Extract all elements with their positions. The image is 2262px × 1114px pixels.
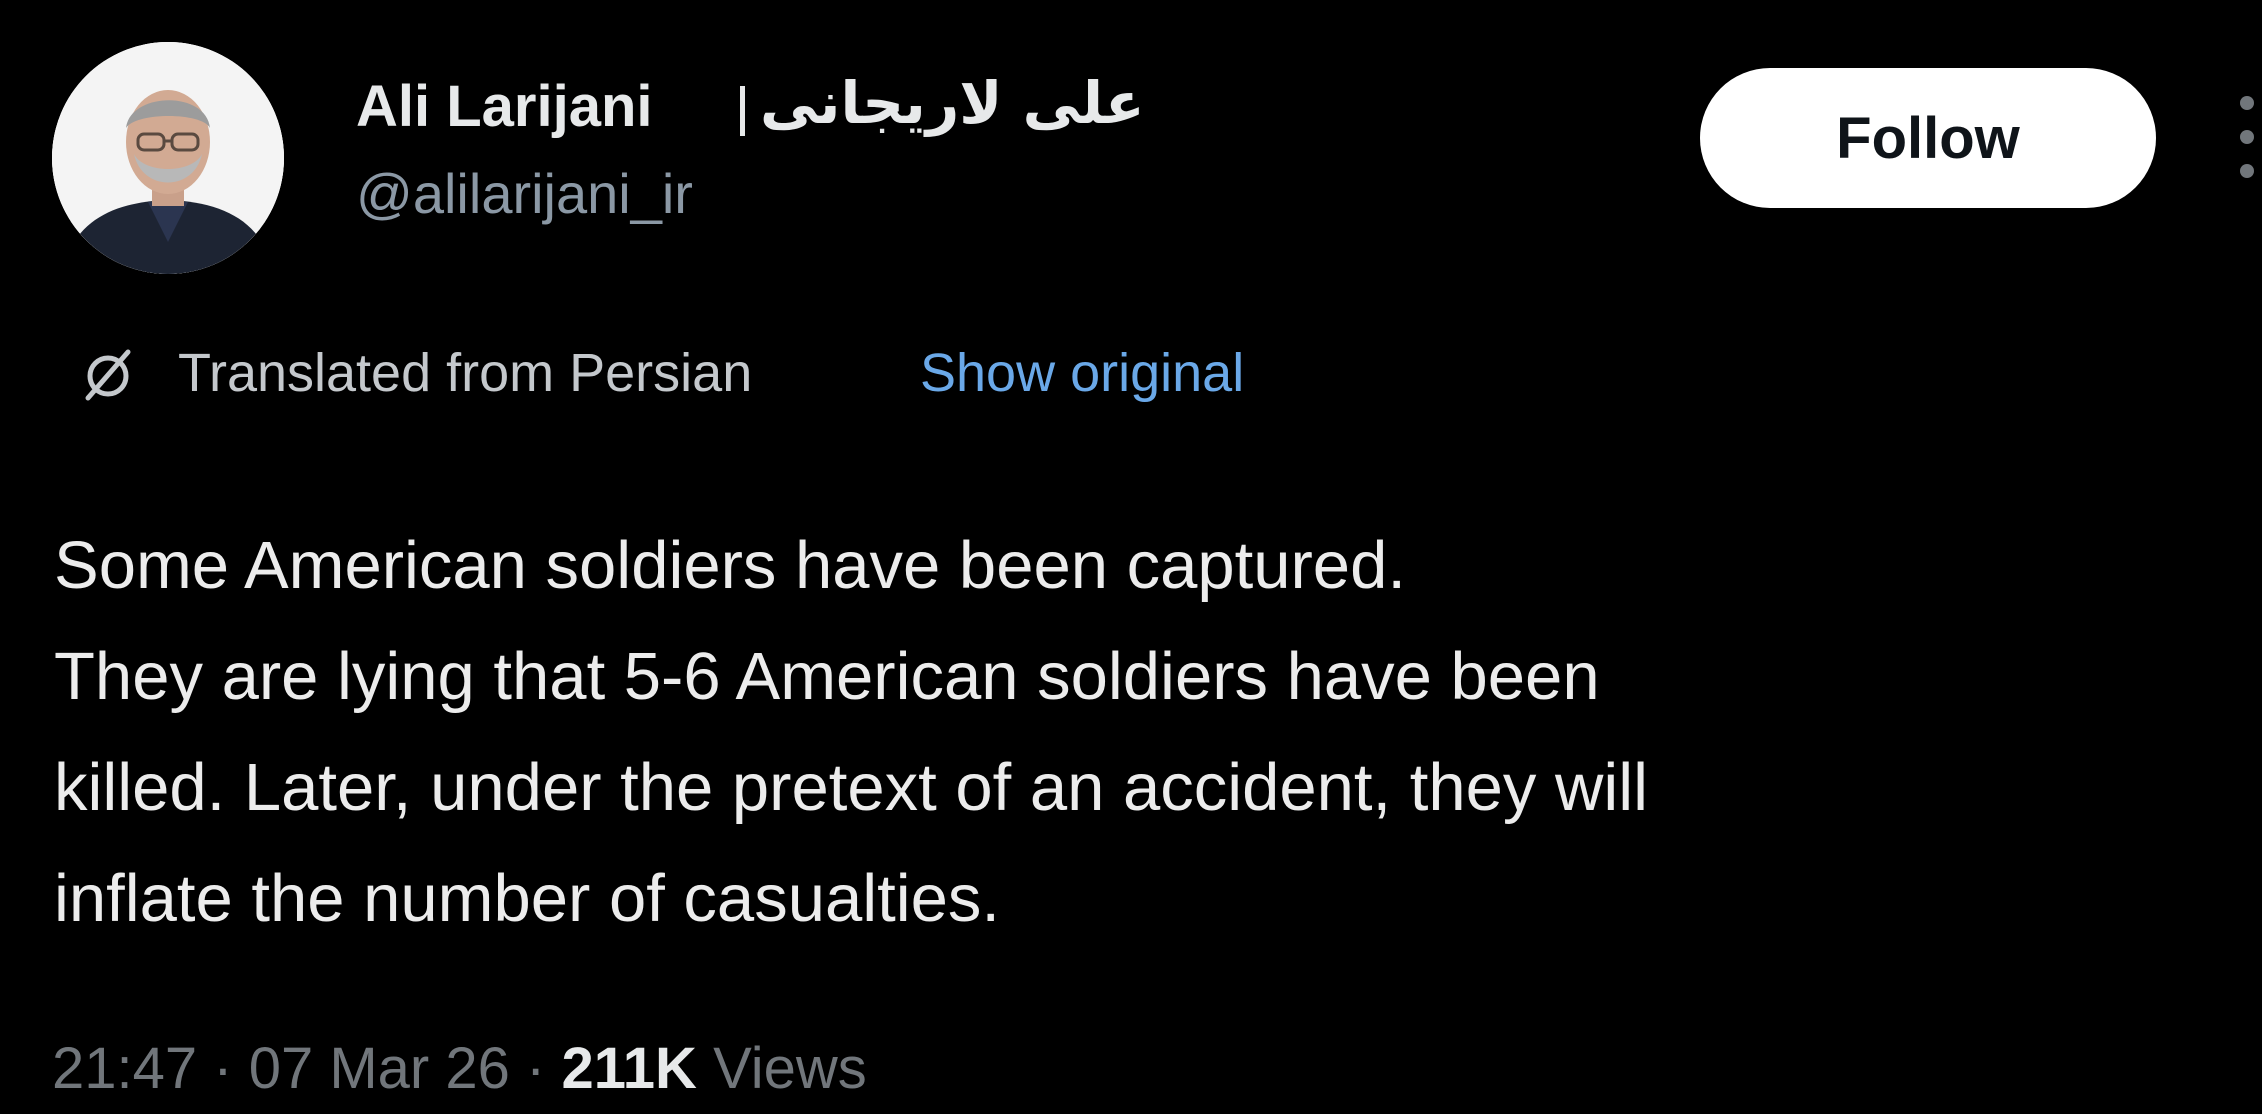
avatar-image bbox=[52, 42, 284, 274]
views-count[interactable]: 211K bbox=[561, 1036, 696, 1101]
author-persian-name[interactable]: علی لاریجانی bbox=[760, 74, 1145, 132]
tweet-meta: 21:47 · 07 Mar 26 · 211K Views bbox=[52, 1040, 867, 1098]
meta-dot: · bbox=[526, 1036, 546, 1101]
more-vertical-icon[interactable] bbox=[2232, 96, 2262, 180]
tweet-text-line: inflate the number of casualties. bbox=[54, 861, 1000, 936]
tweet-card: Ali Larijani علی لاریجانی @alilarijani_i… bbox=[0, 0, 2262, 1114]
tweet-text-line: They are lying that 5-6 American soldier… bbox=[54, 639, 1600, 714]
avatar[interactable] bbox=[52, 42, 284, 274]
follow-button[interactable]: Follow bbox=[1700, 68, 2156, 208]
tweet-text-line: Some American soldiers have been capture… bbox=[54, 528, 1406, 603]
translate-globe-icon bbox=[85, 349, 131, 401]
tweet-text-line: killed. Later, under the pretext of an a… bbox=[54, 750, 1649, 825]
meta-dot: · bbox=[213, 1036, 233, 1101]
tweet-time[interactable]: 21:47 bbox=[52, 1036, 197, 1101]
tweet-text: Some American soldiers have been capture… bbox=[54, 510, 2244, 954]
translated-from-label: Translated from Persian bbox=[178, 343, 753, 403]
tweet-date[interactable]: 07 Mar 26 bbox=[249, 1036, 510, 1101]
name-separator bbox=[740, 86, 745, 136]
author-display-name[interactable]: Ali Larijani bbox=[356, 78, 653, 136]
author-handle[interactable]: @alilarijani_ir bbox=[356, 166, 693, 222]
show-original-link[interactable]: Show original bbox=[920, 346, 1244, 400]
views-label: Views bbox=[713, 1036, 867, 1101]
